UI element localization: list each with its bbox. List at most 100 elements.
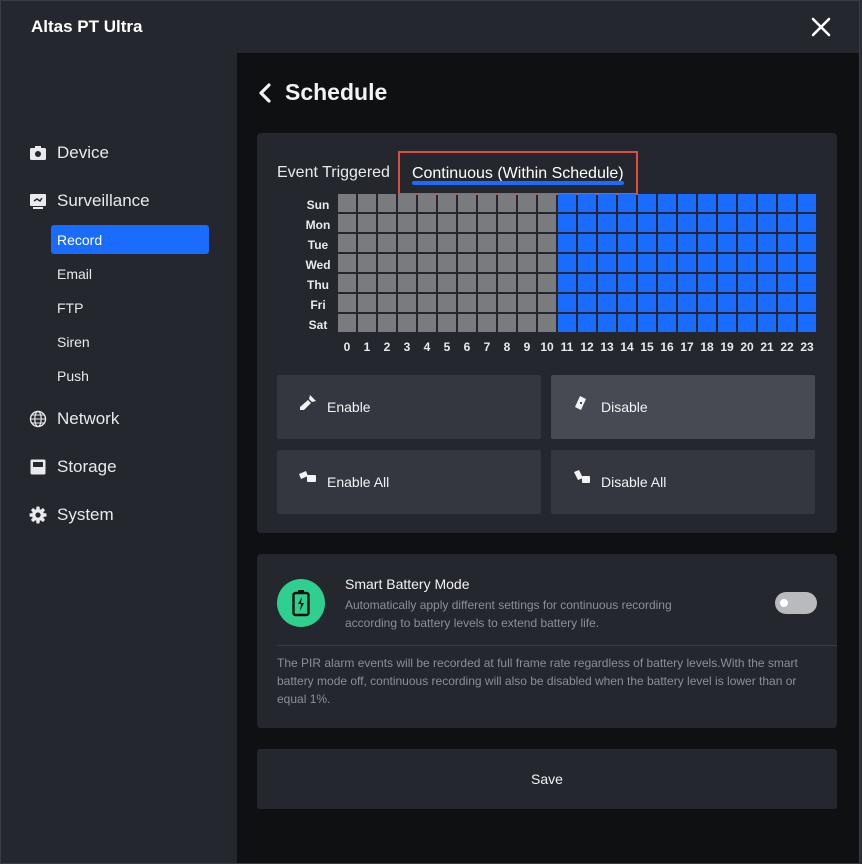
schedule-cell[interactable] (698, 234, 716, 252)
schedule-cell[interactable] (638, 234, 656, 252)
schedule-cell[interactable] (678, 234, 696, 252)
schedule-cell[interactable] (598, 234, 616, 252)
schedule-cell[interactable] (458, 314, 476, 332)
schedule-cell[interactable] (398, 274, 416, 292)
schedule-grid[interactable] (338, 194, 816, 332)
schedule-cell[interactable] (658, 274, 676, 292)
schedule-cell[interactable] (638, 214, 656, 232)
schedule-cell[interactable] (378, 194, 396, 212)
schedule-cell[interactable] (718, 234, 736, 252)
schedule-cell[interactable] (498, 254, 516, 272)
schedule-cell[interactable] (658, 194, 676, 212)
sidebar-subitem-siren[interactable]: Siren (51, 327, 209, 356)
schedule-cell[interactable] (378, 214, 396, 232)
schedule-cell[interactable] (398, 194, 416, 212)
schedule-cell[interactable] (338, 194, 356, 212)
schedule-cell[interactable] (438, 294, 456, 312)
schedule-cell[interactable] (418, 274, 436, 292)
schedule-cell[interactable] (458, 234, 476, 252)
schedule-cell[interactable] (478, 294, 496, 312)
schedule-cell[interactable] (758, 314, 776, 332)
schedule-cell[interactable] (558, 194, 576, 212)
schedule-cell[interactable] (478, 274, 496, 292)
schedule-cell[interactable] (758, 194, 776, 212)
schedule-cell[interactable] (798, 254, 816, 272)
sidebar-item-surveillance[interactable]: Surveillance (29, 191, 150, 211)
schedule-cell[interactable] (658, 214, 676, 232)
schedule-cell[interactable] (458, 294, 476, 312)
schedule-cell[interactable] (398, 314, 416, 332)
schedule-cell[interactable] (498, 274, 516, 292)
schedule-cell[interactable] (558, 294, 576, 312)
schedule-cell[interactable] (618, 194, 636, 212)
sidebar-item-system[interactable]: System (29, 505, 114, 525)
schedule-cell[interactable] (718, 194, 736, 212)
schedule-cell[interactable] (678, 274, 696, 292)
schedule-cell[interactable] (778, 274, 796, 292)
schedule-cell[interactable] (598, 294, 616, 312)
schedule-cell[interactable] (598, 214, 616, 232)
schedule-cell[interactable] (378, 254, 396, 272)
disable-all-button[interactable]: Disable All (551, 450, 815, 514)
schedule-cell[interactable] (558, 214, 576, 232)
schedule-cell[interactable] (738, 314, 756, 332)
schedule-cell[interactable] (458, 254, 476, 272)
schedule-cell[interactable] (738, 234, 756, 252)
schedule-cell[interactable] (598, 274, 616, 292)
smart-battery-toggle[interactable] (775, 592, 817, 614)
schedule-cell[interactable] (578, 194, 596, 212)
schedule-cell[interactable] (798, 314, 816, 332)
schedule-cell[interactable] (538, 294, 556, 312)
schedule-cell[interactable] (698, 194, 716, 212)
schedule-cell[interactable] (398, 254, 416, 272)
schedule-cell[interactable] (638, 294, 656, 312)
schedule-cell[interactable] (758, 254, 776, 272)
schedule-cell[interactable] (638, 314, 656, 332)
schedule-cell[interactable] (478, 234, 496, 252)
schedule-cell[interactable] (638, 194, 656, 212)
schedule-cell[interactable] (798, 274, 816, 292)
schedule-cell[interactable] (438, 274, 456, 292)
schedule-cell[interactable] (798, 214, 816, 232)
schedule-cell[interactable] (578, 214, 596, 232)
schedule-cell[interactable] (378, 234, 396, 252)
schedule-cell[interactable] (718, 274, 736, 292)
schedule-cell[interactable] (778, 294, 796, 312)
schedule-cell[interactable] (338, 274, 356, 292)
schedule-cell[interactable] (698, 254, 716, 272)
schedule-cell[interactable] (538, 234, 556, 252)
schedule-cell[interactable] (518, 194, 536, 212)
schedule-cell[interactable] (758, 274, 776, 292)
schedule-cell[interactable] (498, 294, 516, 312)
schedule-cell[interactable] (678, 254, 696, 272)
schedule-cell[interactable] (518, 294, 536, 312)
sidebar-item-storage[interactable]: Storage (29, 457, 117, 477)
schedule-cell[interactable] (658, 294, 676, 312)
schedule-cell[interactable] (478, 254, 496, 272)
schedule-cell[interactable] (358, 314, 376, 332)
schedule-cell[interactable] (658, 234, 676, 252)
schedule-cell[interactable] (398, 294, 416, 312)
schedule-cell[interactable] (698, 314, 716, 332)
schedule-cell[interactable] (698, 214, 716, 232)
schedule-cell[interactable] (458, 194, 476, 212)
back-chevron-icon[interactable] (257, 82, 273, 104)
schedule-cell[interactable] (638, 254, 656, 272)
schedule-cell[interactable] (338, 254, 356, 272)
schedule-cell[interactable] (538, 254, 556, 272)
schedule-cell[interactable] (598, 254, 616, 272)
enable-button[interactable]: Enable (277, 375, 541, 439)
schedule-cell[interactable] (618, 274, 636, 292)
schedule-cell[interactable] (638, 274, 656, 292)
schedule-cell[interactable] (578, 254, 596, 272)
schedule-cell[interactable] (358, 274, 376, 292)
schedule-cell[interactable] (438, 254, 456, 272)
schedule-cell[interactable] (358, 194, 376, 212)
schedule-cell[interactable] (418, 294, 436, 312)
schedule-cell[interactable] (778, 194, 796, 212)
schedule-cell[interactable] (518, 274, 536, 292)
schedule-cell[interactable] (498, 214, 516, 232)
schedule-cell[interactable] (658, 254, 676, 272)
schedule-cell[interactable] (718, 314, 736, 332)
schedule-cell[interactable] (558, 234, 576, 252)
